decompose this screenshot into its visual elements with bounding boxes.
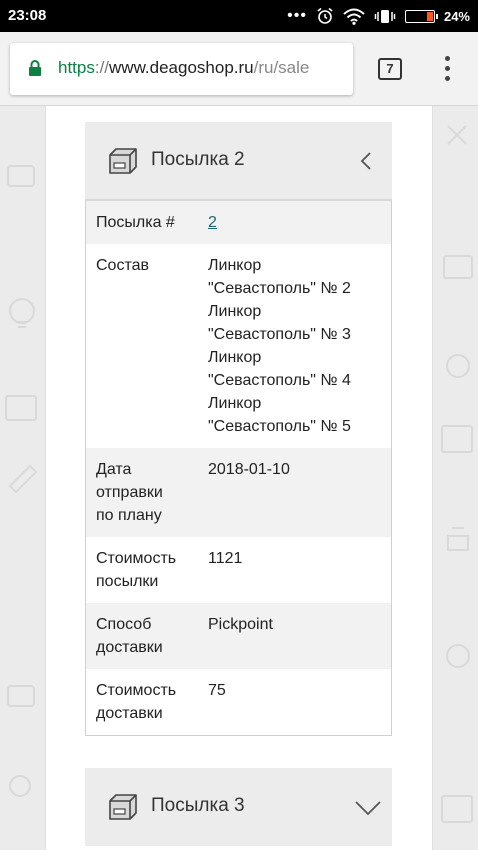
- composition-line: "Севастополь" № 2: [208, 280, 351, 297]
- table-row: Дата отправки по плану 2018-01-10: [86, 448, 391, 537]
- row-value: 2018-01-10: [208, 461, 290, 478]
- row-value: 75: [208, 682, 226, 699]
- chevron-down-icon[interactable]: [355, 800, 381, 816]
- package-box-icon: [109, 794, 137, 820]
- background-doodle-right: [441, 125, 473, 823]
- parcel-number-link[interactable]: 2: [208, 214, 217, 231]
- status-bar: 23:08 ••• 24%: [0, 0, 478, 32]
- parcel-3-header[interactable]: Посылка 3: [85, 768, 392, 846]
- label-line: Дата: [96, 461, 132, 478]
- url-text[interactable]: https://www.deagoshop.ru/ru/sale: [58, 58, 309, 78]
- parcel-2-header[interactable]: Посылка 2: [85, 122, 392, 200]
- url-host: www.deagoshop.ru: [109, 58, 254, 77]
- composition-line: Линкор: [208, 395, 262, 412]
- chevron-left-icon[interactable]: [360, 152, 372, 170]
- composition-line: Линкор: [208, 349, 262, 366]
- label-line: Способ: [96, 616, 152, 633]
- notification-dots: •••: [287, 7, 307, 24]
- wifi-icon: [343, 8, 365, 25]
- url-scheme: https: [58, 58, 95, 77]
- lock-icon: [29, 60, 41, 76]
- label-line: доставки: [96, 705, 163, 722]
- status-icons: ••• 24%: [287, 6, 470, 26]
- address-bar[interactable]: https://www.deagoshop.ru/ru/sale: [10, 43, 353, 95]
- row-label: Дата отправки по плану: [96, 458, 208, 527]
- battery-icon: [404, 9, 438, 23]
- label-line: Стоимость: [96, 682, 177, 699]
- table-row: Стоимость доставки 75: [86, 669, 391, 735]
- parcel-details-table: Посылка # 2 Состав Линкор "Севастополь" …: [85, 199, 392, 736]
- composition-line: Линкор: [208, 303, 262, 320]
- label-line: Стоимость: [96, 550, 177, 567]
- row-label: Стоимость посылки: [96, 547, 208, 593]
- composition-line: "Севастополь" № 4: [208, 372, 351, 389]
- url-path: /ru/sale: [253, 58, 310, 77]
- row-value: 1121: [208, 550, 243, 567]
- label-line: доставки: [96, 639, 163, 656]
- row-label: Посылка #: [96, 214, 175, 231]
- row-value: Линкор "Севастополь" № 2 Линкор "Севасто…: [208, 254, 388, 438]
- label-line: отправки: [96, 484, 163, 501]
- table-row: Стоимость посылки 1121: [86, 537, 391, 603]
- row-value: 2: [208, 211, 388, 234]
- browser-toolbar: https://www.deagoshop.ru/ru/sale 7: [0, 32, 478, 106]
- tab-switcher-button[interactable]: 7: [378, 58, 402, 80]
- table-row: Посылка # 2: [86, 201, 391, 244]
- label-line: по плану: [96, 507, 162, 524]
- row-value: Pickpoint: [208, 616, 273, 633]
- row-label: Состав: [96, 257, 149, 274]
- package-box-icon: [109, 148, 137, 174]
- overflow-menu-icon[interactable]: [436, 54, 460, 84]
- composition-line: Линкор: [208, 257, 262, 274]
- composition-line: "Севастополь" № 5: [208, 418, 351, 435]
- background-doodle-left: [5, 165, 38, 797]
- url-separator: ://: [94, 58, 110, 77]
- row-label: Стоимость доставки: [96, 679, 208, 725]
- table-row: Способ доставки Pickpoint: [86, 603, 391, 669]
- label-line: посылки: [96, 573, 159, 590]
- vibrate-icon: [374, 9, 396, 23]
- battery-percent: 24%: [443, 8, 470, 24]
- alarm-clock-icon: [317, 7, 333, 24]
- row-label: Способ доставки: [96, 613, 208, 659]
- parcel-title: Посылка 3: [151, 795, 245, 816]
- table-row: Состав Линкор "Севастополь" № 2 Линкор "…: [86, 244, 391, 448]
- composition-line: "Севастополь" № 3: [208, 326, 351, 343]
- parcel-title: Посылка 2: [151, 149, 245, 170]
- status-time: 23:08: [8, 7, 47, 24]
- battery-fill: [426, 11, 433, 21]
